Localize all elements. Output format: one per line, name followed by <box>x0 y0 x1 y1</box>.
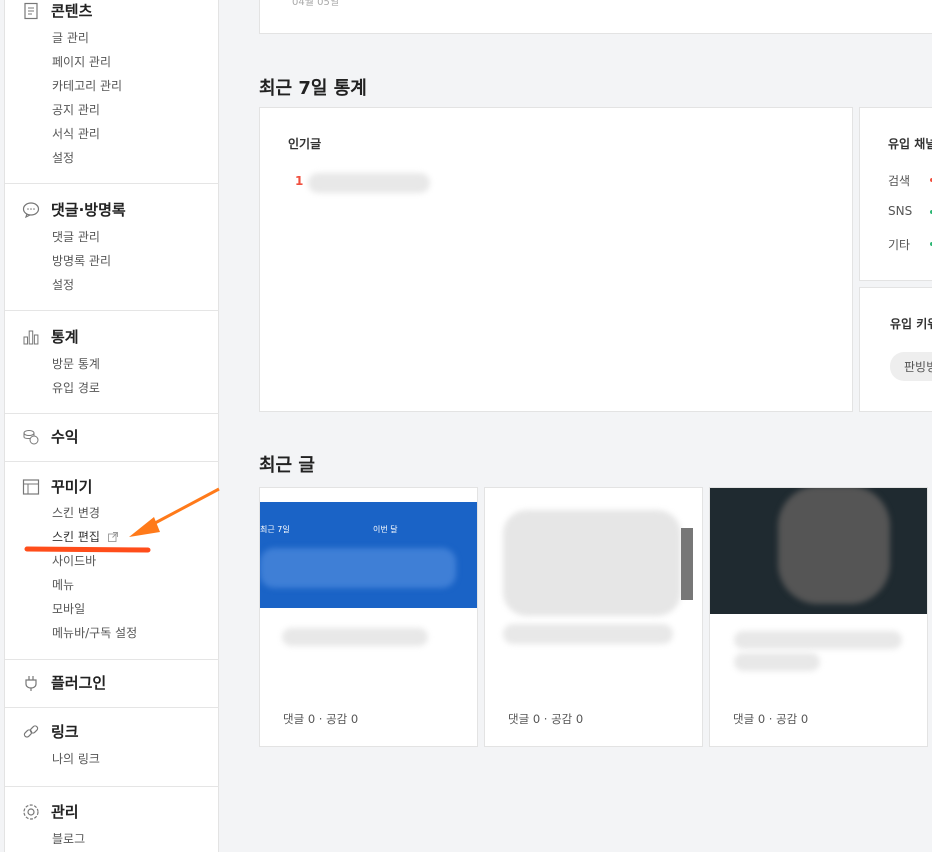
redacted-post-title-3b <box>734 653 820 671</box>
sidebar-item-visit-stats[interactable]: 방문 통계 <box>52 355 100 372</box>
popular-posts-title: 인기글 <box>288 137 322 151</box>
thumb-label-right: 이번 달 <box>373 525 398 534</box>
thumb-2-edge <box>681 528 693 600</box>
sidebar-head-design[interactable]: 꾸미기 <box>22 476 92 497</box>
stats-heading: 최근 7일 통계 <box>259 78 367 99</box>
keyword-chip[interactable]: 판빙빙 <box>890 352 932 381</box>
sidebar-title-comments: 댓글·방명록 <box>51 201 126 219</box>
sidebar-item-notice-manage[interactable]: 공지 관리 <box>52 101 100 118</box>
sidebar-item-comments-settings[interactable]: 설정 <box>52 276 74 293</box>
sidebar-item-skin-edit[interactable]: 스킨 편집 <box>52 528 118 545</box>
sidebar-item-skin-change[interactable]: 스킨 변경 <box>52 504 100 521</box>
sidebar-section-comments: 댓글·방명록 댓글 관리 방명록 관리 설정 <box>5 184 219 311</box>
external-link-icon <box>107 532 118 542</box>
sidebar-item-contents-settings[interactable]: 설정 <box>52 149 74 166</box>
link-icon <box>23 724 39 738</box>
sidebar-item-comment-manage[interactable]: 댓글 관리 <box>52 228 100 245</box>
inflow-channel-card: 유입 채널 검색 SNS 기타 <box>859 107 932 281</box>
recent-post-card-2[interactable]: 댓글 0 · 공감 0 <box>484 487 703 747</box>
post-meta-3: 댓글 0 · 공감 0 <box>733 712 809 726</box>
sidebar-section-link: 링크 나의 링크 <box>5 708 219 787</box>
plug-icon <box>25 675 37 691</box>
sidebar-item-post-manage[interactable]: 글 관리 <box>52 29 89 46</box>
sidebar-item-skin-edit-label: 스킨 편집 <box>52 530 100 544</box>
sidebar-section-revenue: 수익 <box>5 414 219 462</box>
sidebar-title-revenue: 수익 <box>51 428 79 446</box>
recent-post-card-3[interactable]: 댓글 0 · 공감 0 <box>709 487 928 747</box>
post-meta-2: 댓글 0 · 공감 0 <box>508 712 584 726</box>
post-thumbnail-3 <box>710 488 927 614</box>
sidebar-head-stats[interactable]: 통계 <box>22 326 79 347</box>
sidebar-item-menu[interactable]: 메뉴 <box>52 576 74 593</box>
recent-post-card-1[interactable]: 최근 7일 이번 달 댓글 0 · 공감 0 <box>259 487 478 747</box>
inflow-search-label: 검색 <box>888 174 911 188</box>
sidebar-item-template-manage[interactable]: 서식 관리 <box>52 125 100 142</box>
redacted-post-title[interactable] <box>308 173 430 193</box>
sidebar: 콘텐츠 글 관리 페이지 관리 카테고리 관리 공지 관리 서식 관리 설정 댓… <box>4 0 219 852</box>
sidebar-item-sidebar[interactable]: 사이드바 <box>52 552 96 569</box>
inflow-sns-label: SNS <box>888 204 913 218</box>
sidebar-title-manage: 관리 <box>51 803 79 821</box>
comment-icon <box>22 201 40 218</box>
coins-icon <box>23 429 39 444</box>
inflow-keyword-title: 유입 키워드 <box>890 317 932 331</box>
previous-card: 04월 05일 <box>259 0 932 34</box>
bar-chart-icon <box>23 330 39 344</box>
sidebar-item-blog[interactable]: 블로그 <box>52 830 85 847</box>
redacted-post-title-2 <box>503 624 673 644</box>
sidebar-title-contents: 콘텐츠 <box>51 2 93 20</box>
thumb-label-left: 최근 7일 <box>260 525 290 534</box>
redacted-thumb-3 <box>778 488 890 604</box>
sidebar-head-manage[interactable]: 관리 <box>22 801 79 822</box>
sidebar-section-manage: 관리 블로그 <box>5 787 219 852</box>
sidebar-head-link[interactable]: 링크 <box>22 721 79 742</box>
inflow-channel-title: 유입 채널 <box>888 137 932 151</box>
sidebar-head-plugin[interactable]: 플러그인 <box>22 672 106 693</box>
redacted-post-title-1 <box>282 628 428 646</box>
redacted-thumb-1 <box>260 548 456 588</box>
redacted-post-title-3a <box>734 631 902 649</box>
recent-posts-heading: 최근 글 <box>259 455 315 476</box>
popular-posts-card: 인기글 1 <box>259 107 853 412</box>
post-meta-1: 댓글 0 · 공감 0 <box>283 712 359 726</box>
sidebar-item-mobile[interactable]: 모바일 <box>52 600 85 617</box>
redacted-thumb-2 <box>503 510 681 616</box>
sidebar-title-plugin: 플러그인 <box>51 674 107 692</box>
sidebar-section-contents: 콘텐츠 글 관리 페이지 관리 카테고리 관리 공지 관리 서식 관리 설정 <box>5 0 219 184</box>
sidebar-head-contents[interactable]: 콘텐츠 <box>22 0 92 21</box>
sidebar-head-revenue[interactable]: 수익 <box>22 426 79 447</box>
popular-rank: 1 <box>295 174 304 188</box>
sidebar-item-category-manage[interactable]: 카테고리 관리 <box>52 77 122 94</box>
sidebar-section-plugin: 플러그인 <box>5 660 219 708</box>
sidebar-head-comments[interactable]: 댓글·방명록 <box>22 199 126 220</box>
inflow-other-label: 기타 <box>888 238 911 252</box>
sidebar-item-my-link[interactable]: 나의 링크 <box>52 750 100 767</box>
sidebar-item-page-manage[interactable]: 페이지 관리 <box>52 53 111 70</box>
inflow-keyword-card: 유입 키워드 판빙빙 <box>859 287 932 412</box>
sidebar-section-stats: 통계 방문 통계 유입 경로 <box>5 311 219 414</box>
sidebar-title-link: 링크 <box>51 723 79 741</box>
sidebar-title-design: 꾸미기 <box>51 478 93 496</box>
sidebar-item-guestbook-manage[interactable]: 방명록 관리 <box>52 252 111 269</box>
sidebar-title-stats: 통계 <box>51 328 79 346</box>
sidebar-item-inflow-path[interactable]: 유입 경로 <box>52 379 100 396</box>
previous-card-date: 04월 05일 <box>292 0 340 8</box>
layout-icon <box>22 478 40 495</box>
sidebar-section-design: 꾸미기 스킨 변경 스킨 편집 사이드바 메뉴 모바일 메뉴바/구독 설정 <box>5 462 219 660</box>
document-icon <box>24 2 38 19</box>
post-thumbnail-1: 최근 7일 이번 달 <box>260 502 477 608</box>
sidebar-item-menubar-subscribe[interactable]: 메뉴바/구독 설정 <box>52 624 137 641</box>
gear-icon <box>23 803 39 820</box>
